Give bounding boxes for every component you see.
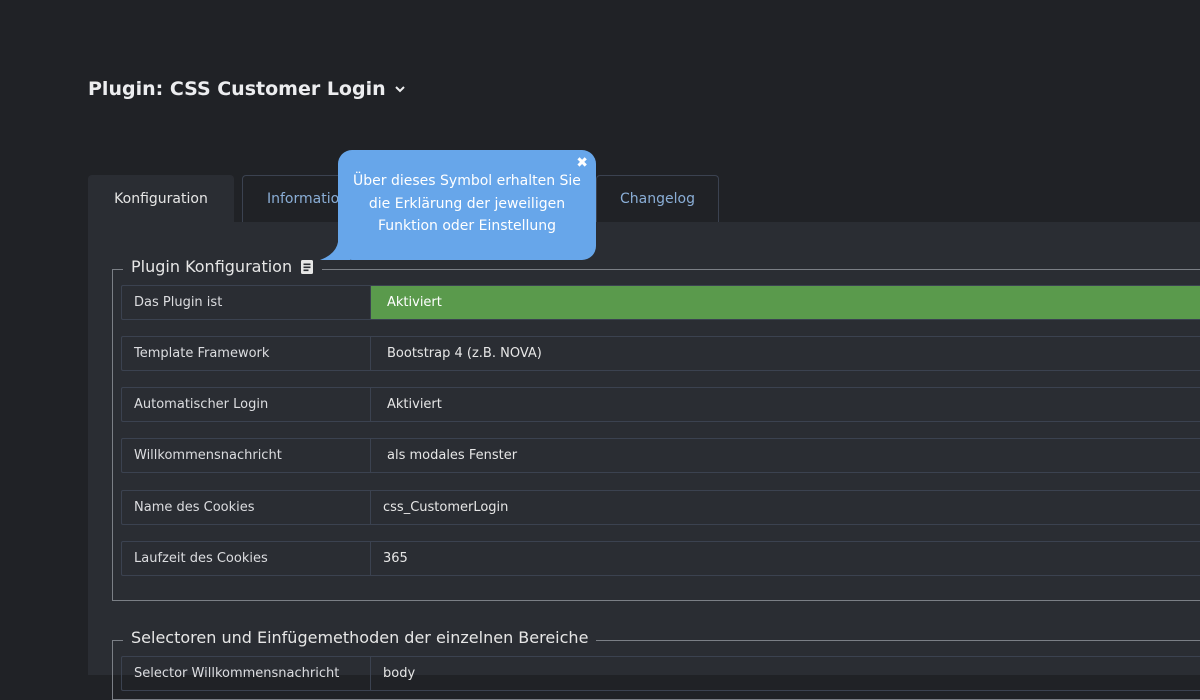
plugin-status-select[interactable]: Aktiviert bbox=[371, 286, 1200, 319]
row-label: Name des Cookies bbox=[122, 491, 371, 524]
selector-row-welcome-message: Selector Willkommensnachricht body bbox=[121, 656, 1200, 691]
tab-changelog[interactable]: Changelog bbox=[596, 175, 719, 222]
row-label: Laufzeit des Cookies bbox=[122, 542, 371, 575]
row-label: Selector Willkommensnachricht bbox=[122, 657, 371, 690]
page-title-text: Plugin: CSS Customer Login bbox=[88, 78, 386, 100]
page-title[interactable]: Plugin: CSS Customer Login bbox=[88, 78, 406, 100]
selectors-fieldset: Selectoren und Einfügemethoden der einze… bbox=[112, 628, 1200, 700]
tooltip-text-line: Über dieses Symbol erhalten Sie bbox=[353, 173, 581, 189]
auto-login-select[interactable]: Aktiviert bbox=[371, 388, 1200, 421]
legend-text: Plugin Konfiguration bbox=[131, 257, 293, 276]
config-row-template-framework: Template Framework Bootstrap 4 (z.B. NOV… bbox=[121, 336, 1200, 371]
tab-konfiguration[interactable]: Konfiguration bbox=[88, 175, 234, 222]
selector-welcome-input[interactable]: body bbox=[371, 657, 1200, 690]
cookie-lifetime-input[interactable]: 365 bbox=[371, 542, 1200, 575]
book-icon[interactable] bbox=[300, 259, 314, 275]
config-row-welcome-message: Willkommensnachricht als modales Fenster bbox=[121, 438, 1200, 473]
close-icon[interactable]: ✖ bbox=[576, 155, 588, 171]
tooltip-text-line: die Erklärung der jeweiligen bbox=[368, 195, 566, 212]
config-row-plugin-status: Das Plugin ist Aktiviert bbox=[121, 285, 1200, 320]
plugin-config-fieldset: Plugin Konfiguration Das Plugin ist Akti… bbox=[112, 257, 1200, 601]
chevron-down-icon bbox=[394, 86, 405, 93]
template-framework-select[interactable]: Bootstrap 4 (z.B. NOVA) bbox=[371, 337, 1200, 370]
tooltip-tail bbox=[320, 242, 350, 260]
help-tooltip: ✖ Über dieses Symbol erhalten Sie die Er… bbox=[320, 150, 596, 260]
config-row-auto-login: Automatischer Login Aktiviert bbox=[121, 387, 1200, 422]
row-label: Automatischer Login bbox=[122, 388, 371, 421]
tab-label: Konfiguration bbox=[114, 191, 208, 207]
legend-text: Selectoren und Einfügemethoden der einze… bbox=[131, 628, 589, 647]
tab-panel: Plugin Konfiguration Das Plugin ist Akti… bbox=[88, 222, 1200, 700]
welcome-message-select[interactable]: als modales Fenster bbox=[371, 439, 1200, 472]
tooltip-text-line: Funktion oder Einstellung bbox=[377, 218, 557, 234]
row-label: Willkommensnachricht bbox=[122, 439, 371, 472]
row-label: Das Plugin ist bbox=[122, 286, 371, 319]
row-label: Template Framework bbox=[122, 337, 371, 370]
fieldset-legend: Selectoren und Einfügemethoden der einze… bbox=[123, 628, 597, 647]
fieldset-legend: Plugin Konfiguration bbox=[123, 257, 323, 276]
cookie-name-input[interactable]: css_CustomerLogin bbox=[371, 491, 1200, 524]
tab-label: Changelog bbox=[620, 191, 695, 207]
config-row-cookie-lifetime: Laufzeit des Cookies 365 bbox=[121, 541, 1200, 576]
config-row-cookie-name: Name des Cookies css_CustomerLogin bbox=[121, 490, 1200, 525]
